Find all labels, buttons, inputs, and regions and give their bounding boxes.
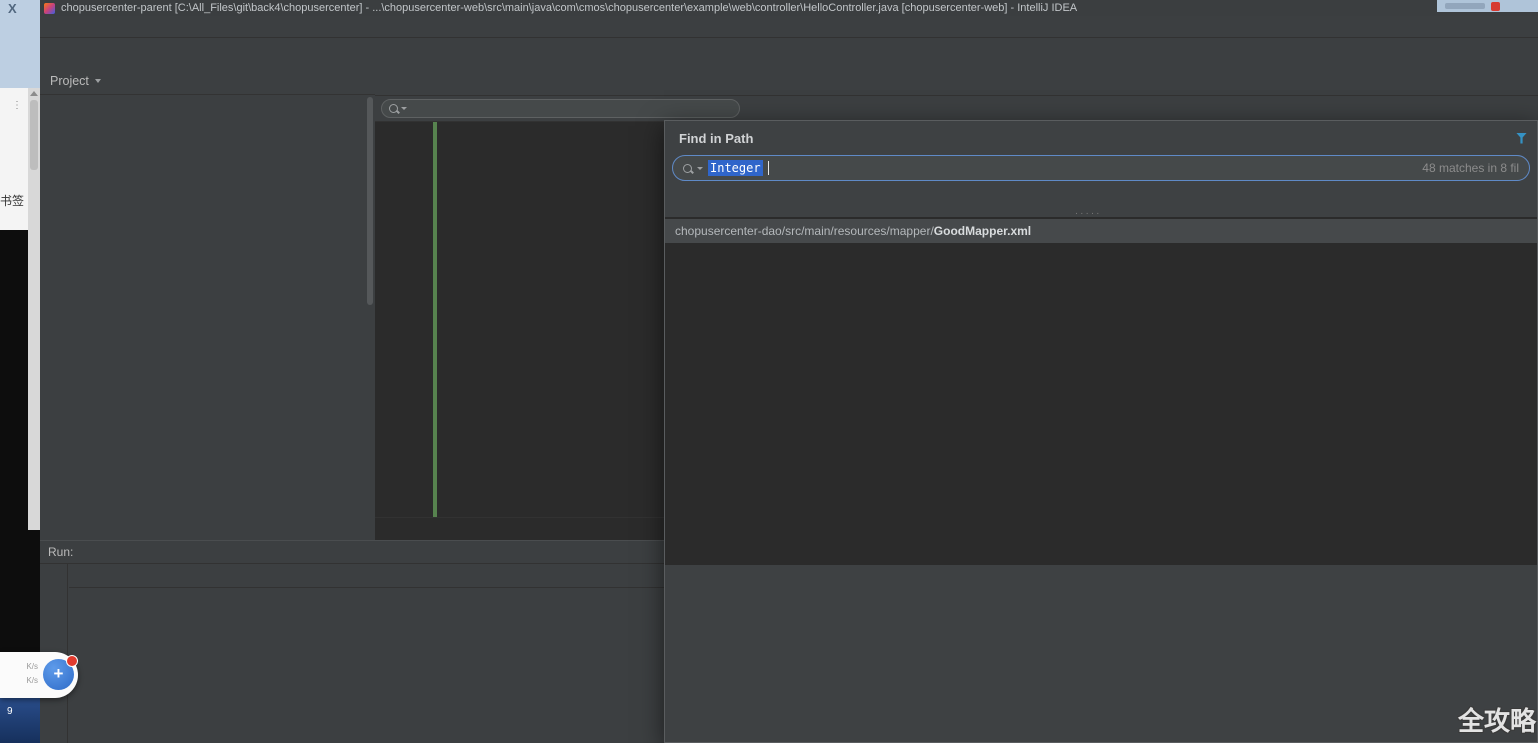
network-speed-widget[interactable]: K/s K/s +: [0, 652, 78, 698]
match-count: 48 matches in 8 fil: [1422, 161, 1519, 175]
background-top-window: [1437, 0, 1538, 12]
project-tree: [40, 95, 375, 540]
editor-tab-bar: [375, 68, 1538, 96]
text-caret: [768, 161, 769, 175]
path-filename: GoodMapper.xml: [934, 224, 1031, 238]
find-input[interactable]: [381, 99, 740, 118]
result-file-path[interactable]: chopusercenter-dao/src/main/resources/ma…: [665, 218, 1537, 244]
screen: X ⋮ 书签 chopusercenter-parent [C:\All_Fil…: [0, 0, 1538, 743]
scroll-up-icon[interactable]: [30, 91, 38, 96]
background-scrollbar[interactable]: [28, 88, 40, 530]
notification-dot: [66, 655, 78, 667]
more-results-indicator: ·····: [1075, 208, 1102, 219]
chevron-down-icon[interactable]: [95, 79, 101, 83]
dialog-title: Find in Path: [679, 131, 753, 146]
speed-up-label: K/s: [6, 662, 38, 671]
speed-down-label: K/s: [6, 676, 38, 685]
filter-icon[interactable]: [1516, 133, 1527, 144]
background-window-chrome: X: [0, 0, 40, 88]
result-preview-editor[interactable]: ctrl+shift+ F: [665, 244, 1537, 565]
bookmark-label: 书签: [0, 192, 28, 209]
close-icon[interactable]: X: [8, 1, 17, 16]
taskbar-count: 9: [7, 706, 13, 717]
project-panel-title[interactable]: Project: [50, 74, 89, 88]
search-history-icon[interactable]: [401, 107, 407, 110]
search-results-list: ·····: [665, 217, 1537, 218]
background-blur: [1445, 3, 1485, 9]
menu-bar: [40, 16, 1538, 38]
more-dots-icon: ⋮: [12, 102, 22, 109]
project-panel-header: Project: [40, 68, 375, 95]
search-query: Integer: [708, 160, 763, 176]
search-input[interactable]: Integer 48 matches in 8 fil: [672, 155, 1530, 181]
search-icon: [683, 164, 692, 173]
background-window-page: ⋮ 书签: [0, 88, 28, 230]
find-in-path-dialog: Find in Path Integer 48 matches in 8 fil…: [664, 120, 1538, 743]
intellij-logo-icon: [44, 3, 55, 14]
scrollbar-thumb[interactable]: [30, 100, 38, 170]
editor-find-bar: [375, 96, 1538, 122]
search-history-icon[interactable]: [697, 167, 703, 170]
run-label: Run:: [48, 545, 73, 559]
close-icon[interactable]: [1491, 2, 1500, 11]
tree-scrollbar[interactable]: [367, 97, 373, 305]
background-window: X ⋮ 书签: [0, 0, 40, 743]
navigation-breadcrumb: [40, 38, 1538, 68]
window-title: chopusercenter-parent [C:\All_Files\git\…: [61, 2, 1077, 14]
path-prefix: chopusercenter-dao/src/main/resources/ma…: [675, 224, 934, 238]
search-icon: [389, 104, 398, 113]
title-bar: chopusercenter-parent [C:\All_Files\git\…: [40, 0, 1538, 16]
changed-lines-stripe: [433, 122, 437, 517]
watermark: 全攻略: [1458, 701, 1536, 738]
taskbar-corner[interactable]: 9: [0, 697, 40, 743]
project-tool-window: Project: [40, 68, 376, 540]
